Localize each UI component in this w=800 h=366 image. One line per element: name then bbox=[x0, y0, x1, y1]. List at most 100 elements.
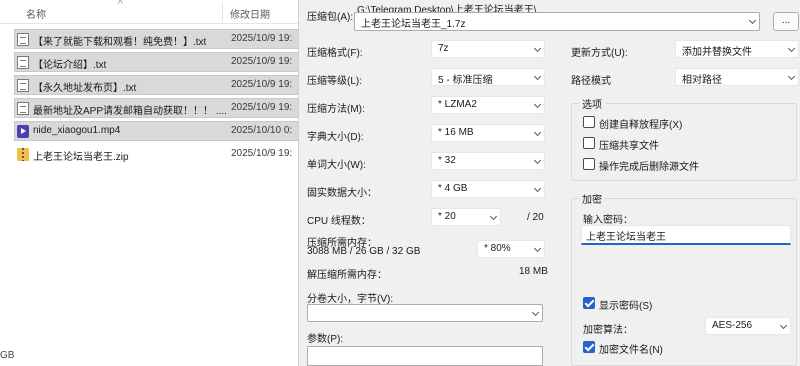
file-row[interactable]: 上老王论坛当老王.zip 2025/10/9 19: bbox=[14, 144, 298, 164]
zip-file-icon bbox=[17, 148, 29, 161]
volume-size-combo[interactable] bbox=[307, 304, 543, 322]
column-divider[interactable] bbox=[222, 2, 223, 22]
delete-source-checkbox[interactable] bbox=[583, 158, 595, 170]
path-mode-select[interactable]: 相对路径 bbox=[675, 68, 799, 86]
file-row[interactable]: 最新地址及APP请发邮箱自动获取！！！ .... 2025/10/9 19: bbox=[14, 98, 298, 118]
word-select[interactable]: * 32 bbox=[431, 152, 545, 170]
file-row[interactable]: 【论坛介绍】.txt 2025/10/9 19: bbox=[14, 52, 298, 72]
show-password-checkbox[interactable] bbox=[583, 297, 595, 309]
cpu-label: CPU 线程数： bbox=[307, 216, 371, 227]
params-input[interactable] bbox=[307, 346, 543, 366]
status-bar-size: GB bbox=[0, 350, 15, 361]
cpu-select[interactable]: * 20 bbox=[431, 208, 501, 226]
chevron-down-icon[interactable] bbox=[533, 244, 542, 253]
chevron-down-icon[interactable] bbox=[533, 184, 542, 193]
cpu-total: / 20 bbox=[527, 212, 544, 223]
sfx-checkbox[interactable] bbox=[583, 116, 595, 128]
password-input[interactable]: 上老王论坛当老王 bbox=[581, 225, 791, 245]
file-name: 上老王论坛当老王.zip bbox=[33, 152, 129, 163]
file-row[interactable]: 【来了就能下载和观看！纯免费！】.txt 2025/10/9 19: bbox=[14, 29, 298, 49]
chevron-down-icon[interactable] bbox=[531, 308, 540, 317]
file-name: 【论坛介绍】.txt bbox=[33, 60, 107, 71]
level-select[interactable]: 5 - 标准压缩 bbox=[431, 68, 545, 86]
mem-percent-value: * 80% bbox=[484, 243, 511, 254]
archive-name-combo[interactable]: 上老王论坛当老王_1.7z bbox=[354, 12, 760, 31]
file-date: 2025/10/9 19: bbox=[231, 56, 293, 67]
archive-label: 压缩包(A): bbox=[307, 12, 354, 23]
format-value: 7z bbox=[438, 43, 449, 54]
chevron-down-icon[interactable] bbox=[779, 321, 788, 330]
column-header-modified[interactable]: 修改日期 bbox=[230, 6, 270, 21]
sfx-label[interactable]: 创建自释放程序(X) bbox=[599, 116, 682, 131]
encryption-method-select[interactable]: AES-256 bbox=[705, 317, 791, 335]
chevron-down-icon[interactable] bbox=[533, 72, 542, 81]
mem-decompress-label: 解压缩所需内存： bbox=[307, 270, 387, 281]
word-value: * 32 bbox=[438, 155, 456, 166]
file-row[interactable]: 【永久地址发布页】.txt 2025/10/9 19: bbox=[14, 75, 298, 95]
chevron-down-icon[interactable] bbox=[533, 100, 542, 109]
file-date: 2025/10/9 19: bbox=[231, 102, 293, 113]
file-date: 2025/10/9 19: bbox=[231, 148, 293, 159]
sort-up-icon: ^ bbox=[118, 0, 123, 10]
video-file-icon bbox=[17, 125, 29, 138]
path-mode-label: 路径模式 bbox=[571, 76, 611, 87]
add-to-archive-dialog: 压缩包(A): G:\Telegram Desktop\上老王论坛当老王\ 上老… bbox=[298, 0, 800, 366]
browse-button[interactable]: ... bbox=[773, 12, 799, 31]
chevron-down-icon[interactable] bbox=[533, 156, 542, 165]
mem-percent-select[interactable]: * 80% bbox=[477, 240, 545, 258]
level-label: 压缩等级(L): bbox=[307, 76, 362, 87]
file-name: 【来了就能下载和观看！纯免费！】.txt bbox=[33, 37, 207, 48]
password-label: 输入密码： bbox=[583, 215, 633, 226]
volume-label: 分卷大小，字节(V): bbox=[307, 294, 394, 305]
method-label: 压缩方法(M): bbox=[307, 104, 365, 115]
shared-checkbox[interactable] bbox=[583, 137, 595, 149]
archive-name-value: 上老王论坛当老王_1.7z bbox=[361, 19, 466, 30]
shared-label[interactable]: 压缩共享文件 bbox=[599, 137, 659, 152]
word-label: 单词大小(W): bbox=[307, 160, 366, 171]
dict-select[interactable]: * 16 MB bbox=[431, 124, 545, 142]
mem-decompress-value: 18 MB bbox=[519, 266, 548, 277]
chevron-down-icon[interactable] bbox=[787, 72, 796, 81]
format-select[interactable]: 7z bbox=[431, 40, 545, 58]
delete-source-label[interactable]: 操作完成后删除源文件 bbox=[599, 158, 699, 173]
file-row[interactable]: nide_xiaogou1.mp4 2025/10/10 0: bbox=[14, 121, 298, 141]
file-date: 2025/10/10 0: bbox=[231, 125, 293, 136]
text-file-icon bbox=[17, 79, 29, 92]
chevron-down-icon[interactable] bbox=[748, 16, 757, 25]
cpu-value: * 20 bbox=[438, 211, 456, 222]
path-mode-value: 相对路径 bbox=[682, 75, 722, 86]
dict-label: 字典大小(D): bbox=[307, 132, 364, 143]
update-mode-value: 添加并替换文件 bbox=[682, 47, 752, 58]
level-value: 5 - 标准压缩 bbox=[438, 75, 493, 86]
file-name: nide_xiaogou1.mp4 bbox=[33, 125, 121, 136]
text-file-icon bbox=[17, 56, 29, 69]
file-date: 2025/10/9 19: bbox=[231, 79, 293, 90]
format-label: 压缩格式(F): bbox=[307, 48, 363, 59]
column-header-bar: 名称 ^ 修改日期 bbox=[0, 0, 298, 24]
update-mode-select[interactable]: 添加并替换文件 bbox=[675, 40, 799, 58]
column-header-name[interactable]: 名称 bbox=[26, 6, 46, 21]
encrypt-names-checkbox[interactable] bbox=[583, 341, 595, 353]
options-title: 选项 bbox=[579, 96, 605, 111]
method-select[interactable]: * LZMA2 bbox=[431, 96, 545, 114]
update-mode-label: 更新方式(U): bbox=[571, 48, 628, 59]
solid-label: 固实数据大小： bbox=[307, 188, 377, 199]
solid-select[interactable]: * 4 GB bbox=[431, 180, 545, 198]
file-name: 最新地址及APP请发邮箱自动获取！！！ .... bbox=[33, 106, 227, 117]
encryption-method-label: 加密算法： bbox=[583, 325, 633, 336]
show-password-label[interactable]: 显示密码(S) bbox=[599, 297, 652, 312]
file-explorer-pane: 名称 ^ 修改日期 【来了就能下载和观看！纯免费！】.txt 2025/10/9… bbox=[0, 0, 298, 366]
file-date: 2025/10/9 19: bbox=[231, 33, 293, 44]
encrypt-names-label[interactable]: 加密文件名(N) bbox=[599, 341, 663, 356]
chevron-down-icon[interactable] bbox=[787, 44, 796, 53]
text-file-icon bbox=[17, 102, 29, 115]
method-value: * LZMA2 bbox=[438, 99, 477, 110]
chevron-down-icon[interactable] bbox=[533, 44, 542, 53]
chevron-down-icon[interactable] bbox=[489, 212, 498, 221]
mem-compress-value: 3088 MB / 26 GB / 32 GB bbox=[307, 246, 421, 257]
encryption-method-value: AES-256 bbox=[712, 320, 753, 331]
text-file-icon bbox=[17, 33, 29, 46]
encryption-title: 加密 bbox=[579, 191, 605, 206]
chevron-down-icon[interactable] bbox=[533, 128, 542, 137]
dict-value: * 16 MB bbox=[438, 127, 474, 138]
